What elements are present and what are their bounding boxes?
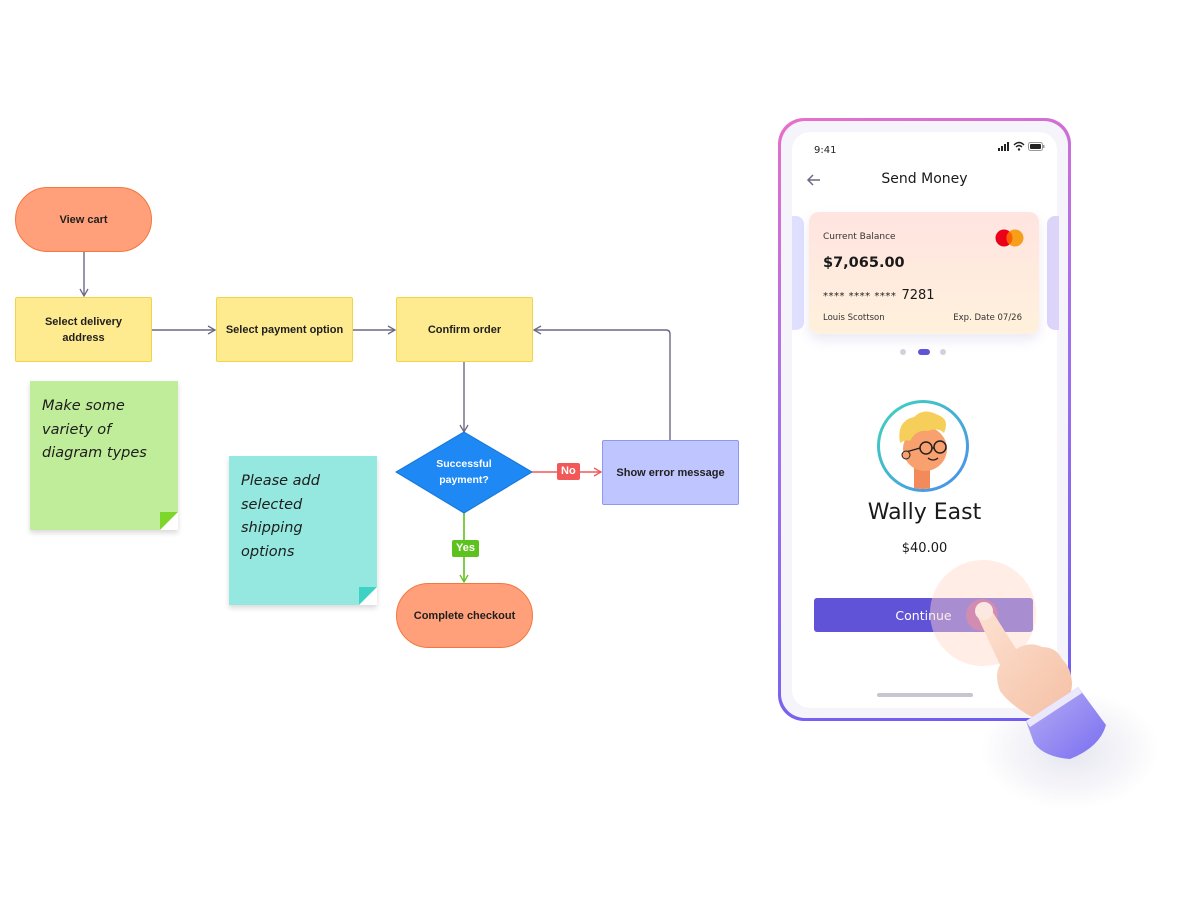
card-number: **** **** **** 7281 (823, 284, 935, 303)
card-holder: Louis Scottson (823, 313, 885, 323)
avatar (877, 400, 969, 492)
node-select-payment[interactable]: Select payment option (216, 297, 353, 362)
node-confirm-order[interactable]: Confirm order (396, 297, 533, 362)
carousel-card-next[interactable] (1047, 216, 1059, 330)
balance-amount: $7,065.00 (823, 255, 905, 271)
sticky-line: Please add (241, 473, 320, 489)
node-label: View cart (59, 213, 108, 226)
node-view-cart[interactable]: View cart (15, 187, 152, 252)
sticky-note-teal[interactable]: Please add selected shipping options (229, 456, 377, 605)
card-number-mask: **** **** **** (823, 291, 897, 302)
node-complete-checkout[interactable]: Complete checkout (396, 583, 533, 648)
battery-icon (1028, 142, 1045, 151)
signal-icon (998, 142, 1009, 151)
home-indicator (877, 693, 973, 697)
carousel-dot-active[interactable] (918, 349, 930, 355)
carousel-dot[interactable] (940, 349, 946, 355)
node-label: Confirm order (427, 323, 502, 336)
edge-label-yes: Yes (452, 540, 479, 557)
sticky-line: variety of (42, 421, 112, 438)
node-label: Select payment option (225, 323, 344, 336)
balance-label: Current Balance (823, 232, 896, 242)
edge-label-no: No (557, 463, 580, 480)
edge-error-confirm (532, 325, 671, 440)
page-fold-icon (359, 587, 377, 605)
transfer-amount: $40.00 (901, 541, 948, 556)
node-decision-label: Successful payment? (436, 458, 492, 486)
recipient-name: Wally East (867, 500, 982, 525)
sticky-line: options (241, 543, 295, 560)
card-number-last: 7281 (901, 288, 935, 303)
screen-title: Send Money (881, 171, 968, 187)
node-label: Complete checkout (413, 609, 516, 622)
node-show-error[interactable]: Show error message (602, 440, 739, 505)
sticky-line: Make some (42, 398, 125, 414)
carousel-dot[interactable] (900, 349, 906, 355)
node-label: Show error message (616, 466, 725, 479)
sticky-note-green[interactable]: Make some variety of diagram types (30, 381, 178, 530)
page-fold-icon (160, 512, 178, 530)
mastercard-icon (995, 229, 1024, 247)
pointing-hand-icon (975, 602, 1106, 759)
status-time: 9:41 (814, 145, 837, 156)
avatar-illustration-icon (899, 411, 947, 489)
sticky-line: diagram types (42, 445, 147, 461)
carousel-card-prev[interactable] (792, 216, 804, 330)
node-select-delivery[interactable]: Select delivery address (15, 297, 152, 362)
wifi-icon (1013, 141, 1025, 151)
node-label: Select delivery address (44, 315, 123, 344)
balance-card[interactable]: Current Balance $7,065.00 **** **** ****… (809, 212, 1039, 334)
card-expiry: Exp. Date 07/26 (953, 313, 1022, 323)
sticky-line: selected shipping (241, 496, 303, 537)
